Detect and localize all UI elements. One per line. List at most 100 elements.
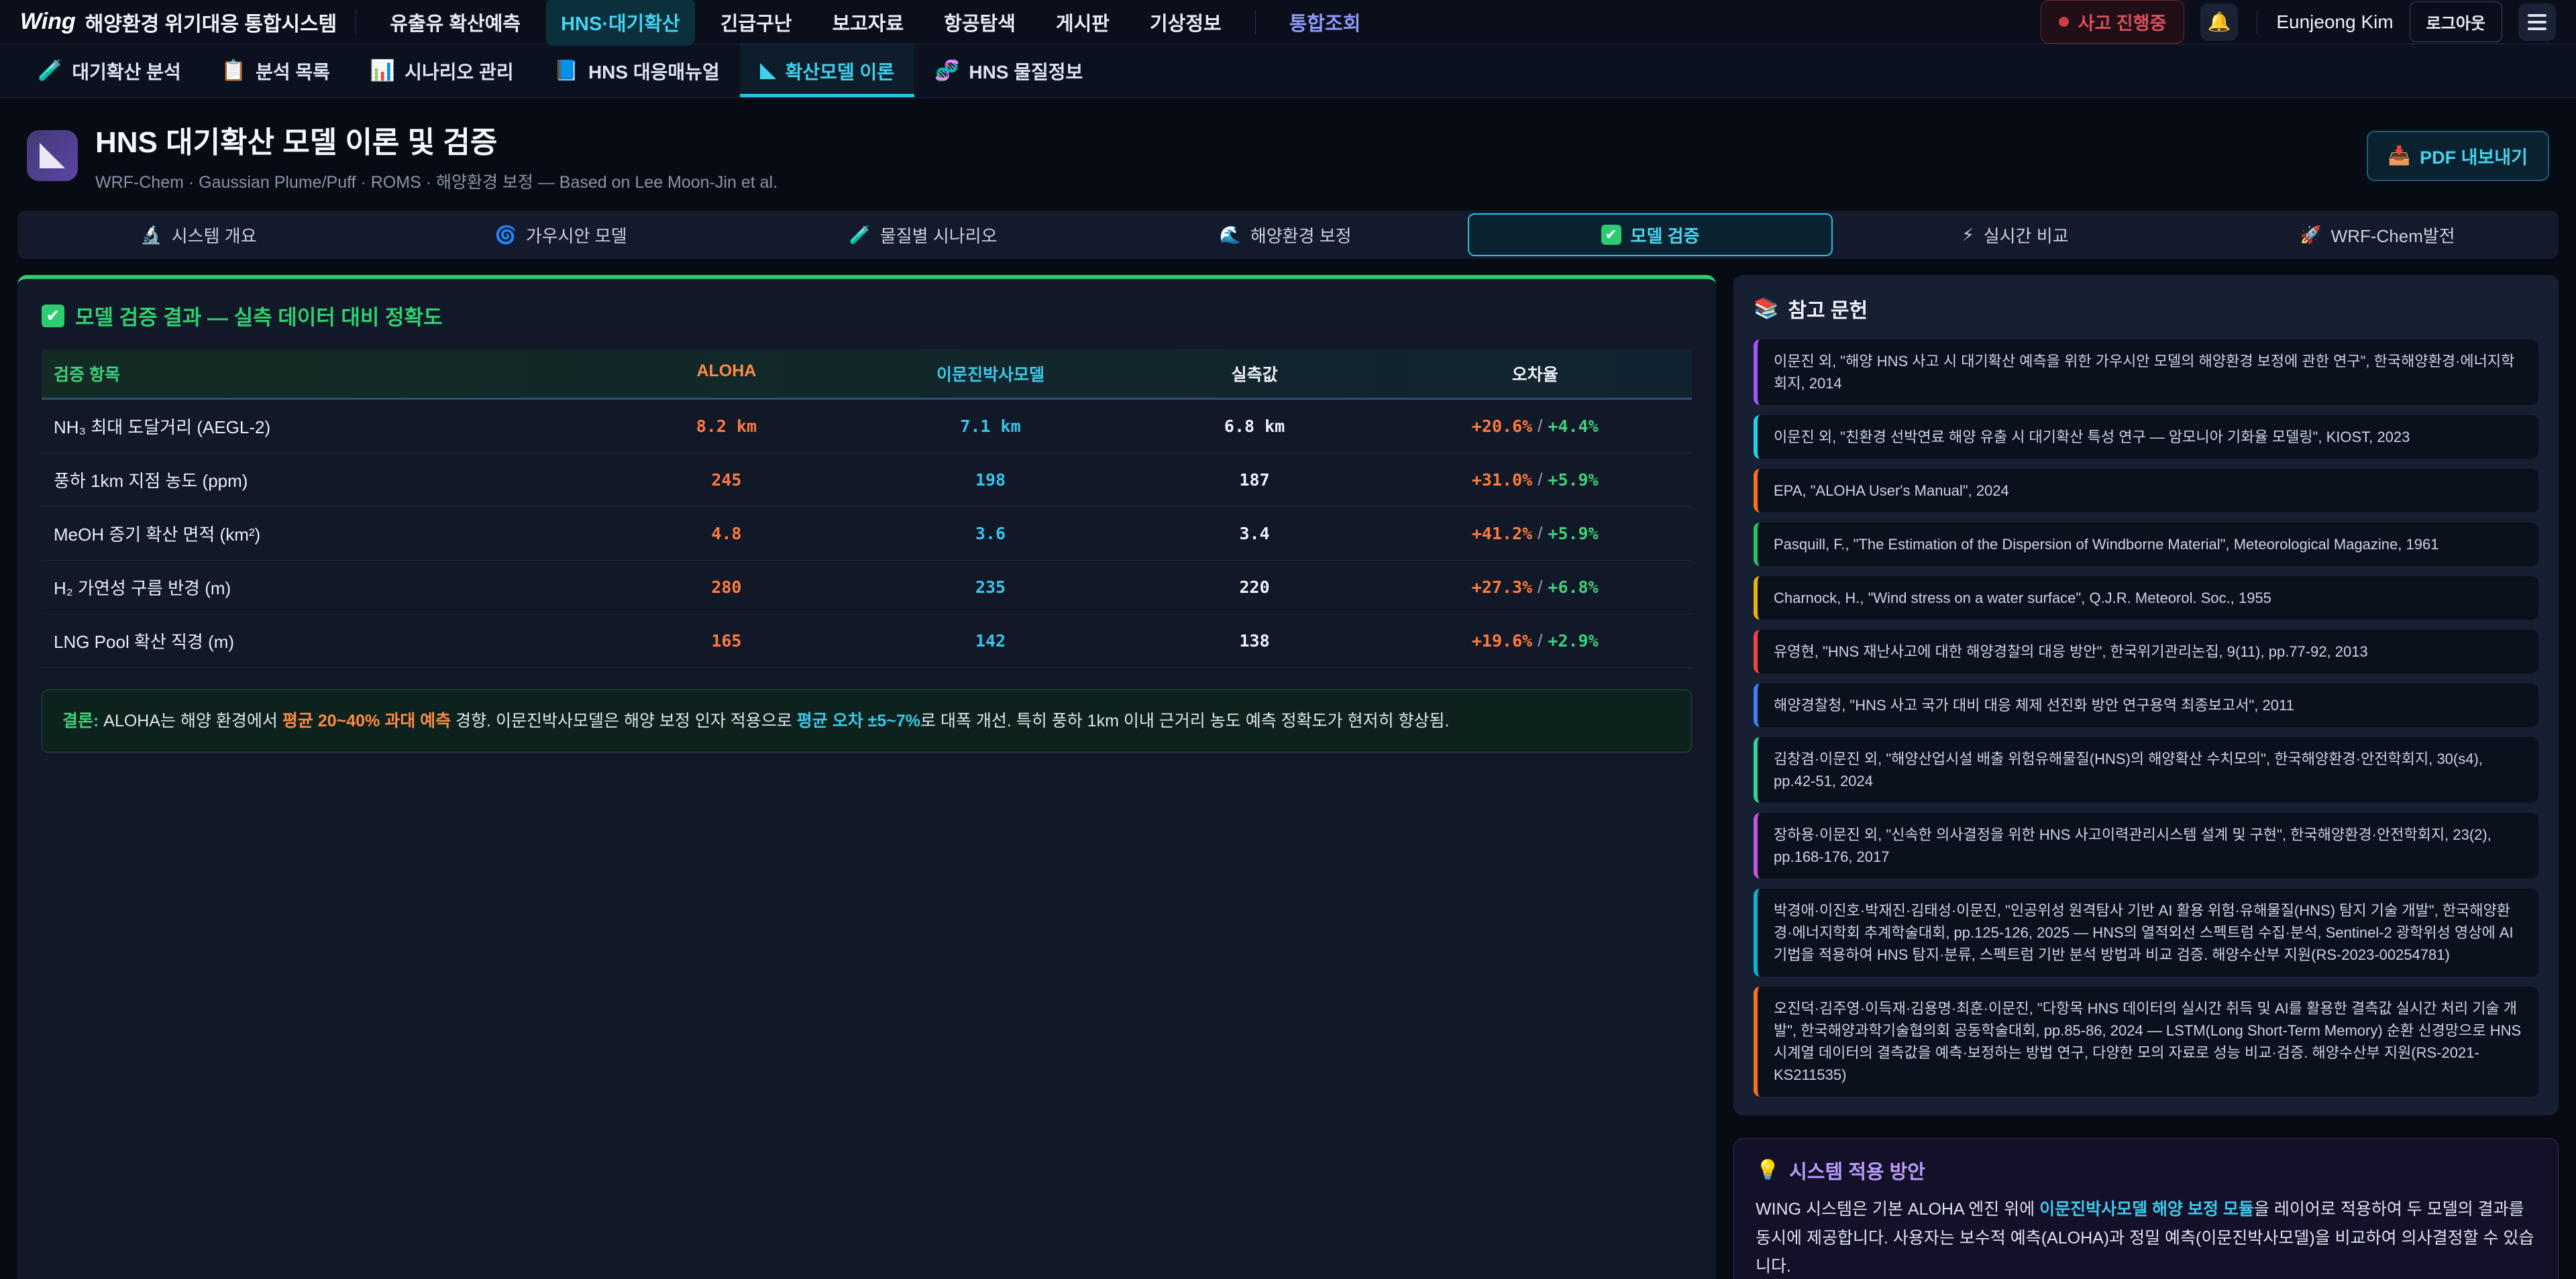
menu-button[interactable]: [2518, 3, 2556, 41]
subnav-item-HNS 물질정보[interactable]: 🧬 HNS 물질정보: [914, 44, 1103, 97]
cell-item: NH₃ 최대 도달거리 (AEGL-2): [42, 400, 602, 453]
books-icon: 📚: [1754, 297, 1778, 321]
manual-book-icon: 📘: [554, 59, 579, 82]
tab-label: WRF-Chem발전: [2331, 223, 2455, 247]
validation-table-header: 검증 항목ALOHA이문진박사모델실측값오차율: [42, 349, 1692, 400]
pdf-export-button[interactable]: 📥 PDF 내보내기: [2367, 131, 2550, 181]
cell-model: 198: [850, 455, 1130, 504]
cell-actual: 3.4: [1131, 509, 1379, 558]
subnav-item-확산모델 이론[interactable]: 확산모델 이론: [740, 44, 914, 97]
status-dot-icon: [2059, 17, 2069, 27]
lightning-icon: ⚡: [1962, 225, 1974, 245]
cyclone-icon: 🌀: [494, 225, 516, 245]
tab-label: 모델 검증: [1631, 223, 1700, 247]
section-subnav: 🧪 대기확산 분석 📋분석 목록📊시나리오 관리 📘 HNS 대응매뉴얼 확산모델 이론 🧬…: [0, 44, 2576, 98]
column-header-오차율: 오차율: [1379, 349, 1692, 398]
bell-icon: 🔔: [2208, 11, 2231, 33]
reference-item: 오진덕·김주영·이득재·김용명·최훈·이문진, "다항목 HNS 데이터의 실시…: [1754, 987, 2538, 1097]
validation-table: 검증 항목ALOHA이문진박사모델실측값오차율 NH₃ 최대 도달거리 (AEG…: [42, 349, 1692, 668]
conclusion-label: 결론:: [62, 712, 99, 730]
reference-item: 박경애·이진호·박재진·김태성·이문진, "인공위성 원격탐사 기반 AI 활용…: [1754, 889, 2538, 977]
tab-WRF-Chem발전[interactable]: 🚀 WRF-Chem발전: [2196, 211, 2559, 259]
nav-item-게시판[interactable]: 게시판: [1041, 0, 1124, 46]
column-header-이문진박사모델: 이문진박사모델: [850, 349, 1130, 398]
validation-panel-title: ✔ 모델 검증 결과 — 실측 데이터 대비 정확도: [42, 300, 1692, 331]
test-tube-icon: 🧪: [38, 59, 62, 82]
subnav-item-label: HNS 대응매뉴얼: [588, 58, 720, 85]
note-text: 로 대폭 개선. 특히 풍하 1km 이내 근거리 농도 예측 정확도가 현저히…: [920, 712, 1449, 730]
table-row: LNG Pool 확산 직경 (m)165142138+19.6%/+2.9%: [42, 614, 1692, 668]
tab-시스템 개요[interactable]: 🔬시스템 개요: [17, 211, 380, 259]
model-section-tabs: 🔬시스템 개요🌀가우시안 모델🧪물질별 시나리오🌊해양환경 보정✔모델 검증⚡실…: [17, 211, 2559, 259]
references-title-text: 참고 문헌: [1788, 294, 1868, 323]
cell-aloha: 245: [602, 455, 850, 504]
references-panel: 📚 참고 문헌 이문진 외, "해양 HNS 사고 시 대기확산 예측을 위한 …: [1733, 275, 2559, 1115]
page-subtitle: WRF-Chem · Gaussian Plume/Puff · ROMS · …: [95, 169, 777, 193]
conclusion-note: 결론: ALOHA는 해양 환경에서 평균 20~40% 과대 예측 경향. 이…: [42, 689, 1692, 753]
tab-모델 검증[interactable]: ✔모델 검증: [1468, 213, 1833, 256]
cell-error-rate: +19.6%/+2.9%: [1379, 616, 1692, 665]
tab-해양환경 보정[interactable]: 🌊해양환경 보정: [1104, 211, 1466, 259]
incident-status-badge[interactable]: 사고 진행중: [2041, 0, 2185, 44]
rocket-icon: 🚀: [2300, 225, 2321, 245]
application-highlight: 이문진박사모델 해양 보정 모듈: [2039, 1200, 2254, 1219]
notifications-button[interactable]: 🔔: [2200, 3, 2238, 41]
nav-item-긴급구난[interactable]: 긴급구난: [706, 0, 807, 46]
app-logo: Wing: [20, 9, 76, 35]
nav-item-HNS·대기확산[interactable]: HNS·대기확산: [546, 0, 695, 46]
subnav-item-label: 시나리오 관리: [405, 58, 513, 85]
logout-button[interactable]: 로그아웃: [2410, 1, 2502, 42]
right-column: 📚 참고 문헌 이문진 외, "해양 HNS 사고 시 대기확산 예측을 위한 …: [1733, 275, 2559, 1279]
lightbulb-icon: 💡: [1756, 1159, 1780, 1182]
subnav-item-label: 대기확산 분석: [72, 58, 180, 85]
tab-물질별 시나리오[interactable]: 🧪물질별 시나리오: [742, 211, 1104, 259]
nav-item-기상정보[interactable]: 기상정보: [1135, 0, 1236, 46]
cell-item: LNG Pool 확산 직경 (m): [42, 614, 602, 667]
cell-actual: 138: [1131, 616, 1379, 665]
cell-error-rate: +41.2%/+5.9%: [1379, 509, 1692, 558]
nav-item-보고자료[interactable]: 보고자료: [817, 0, 918, 46]
system-application-title: 💡 시스템 적용 방안: [1756, 1156, 2536, 1184]
navbar-divider: [1255, 10, 1256, 34]
cell-actual: 220: [1131, 563, 1379, 612]
subnav-item-분석 목록[interactable]: 📋분석 목록: [201, 44, 350, 97]
tab-가우시안 모델[interactable]: 🌀가우시안 모델: [380, 211, 742, 259]
cell-model: 7.1 km: [850, 402, 1130, 451]
cell-item: 풍하 1km 지점 농도 (ppm): [42, 453, 602, 506]
cell-aloha: 4.8: [602, 509, 850, 558]
subnav-item-대기확산 분석[interactable]: 🧪 대기확산 분석: [17, 44, 201, 97]
app-brand-title: 해양환경 위기대응 통합시스템: [85, 7, 337, 37]
subnav-item-label: HNS 물질정보: [969, 58, 1083, 85]
dna-icon: 🧬: [934, 59, 959, 82]
table-row: H₂ 가연성 구름 반경 (m)280235220+27.3%/+6.8%: [42, 561, 1692, 614]
reference-item: 김창겸·이문진 외, "해양산업시설 배출 위험유해물질(HNS)의 해양확산 …: [1754, 737, 2538, 803]
nav-item-통합조회[interactable]: 통합조회: [1275, 0, 1376, 46]
cell-aloha: 280: [602, 563, 850, 612]
references-title: 📚 참고 문헌: [1754, 294, 2538, 323]
check-icon: ✔: [42, 304, 64, 327]
download-icon: 📥: [2388, 145, 2411, 166]
subnav-item-label: 확산모델 이론: [786, 58, 894, 85]
cell-error-rate: +27.3%/+6.8%: [1379, 563, 1692, 612]
cell-item: MeOH 증기 확산 면적 (km²): [42, 507, 602, 560]
system-application-title-text: 시스템 적용 방안: [1789, 1156, 1925, 1184]
nav-item-항공탐색[interactable]: 항공탐색: [929, 0, 1030, 46]
nav-item-유출유 확산예측[interactable]: 유출유 확산예측: [375, 0, 535, 46]
cell-model: 142: [850, 616, 1130, 665]
validation-table-body: NH₃ 최대 도달거리 (AEGL-2)8.2 km7.1 km6.8 km+2…: [42, 400, 1692, 668]
tab-실시간 비교[interactable]: ⚡실시간 비교: [1834, 211, 2196, 259]
cell-aloha: 8.2 km: [602, 402, 850, 451]
page-title: HNS 대기확산 모델 이론 및 검증: [95, 118, 777, 161]
triangle-ruler-icon: [760, 63, 776, 79]
validation-title-text: 모델 검증 결과 — 실측 데이터 대비 정확도: [75, 300, 443, 331]
table-row: 풍하 1km 지점 농도 (ppm)245198187+31.0%/+5.9%: [42, 453, 1692, 507]
subnav-item-HNS 대응매뉴얼[interactable]: 📘 HNS 대응매뉴얼: [534, 44, 740, 97]
note-highlight-overprediction: 평균 20~40% 과대 예측: [282, 712, 451, 730]
subnav-item-시나리오 관리[interactable]: 📊시나리오 관리: [350, 44, 534, 97]
triangle-ruler-icon: [40, 143, 65, 168]
page-header: HNS 대기확산 모델 이론 및 검증 WRF-Chem · Gaussian …: [0, 98, 2576, 208]
column-header-ALOHA: ALOHA: [602, 349, 850, 398]
cell-item: H₂ 가연성 구름 반경 (m): [42, 561, 602, 614]
cell-error-rate: +31.0%/+5.9%: [1379, 455, 1692, 504]
cell-aloha: 165: [602, 616, 850, 665]
